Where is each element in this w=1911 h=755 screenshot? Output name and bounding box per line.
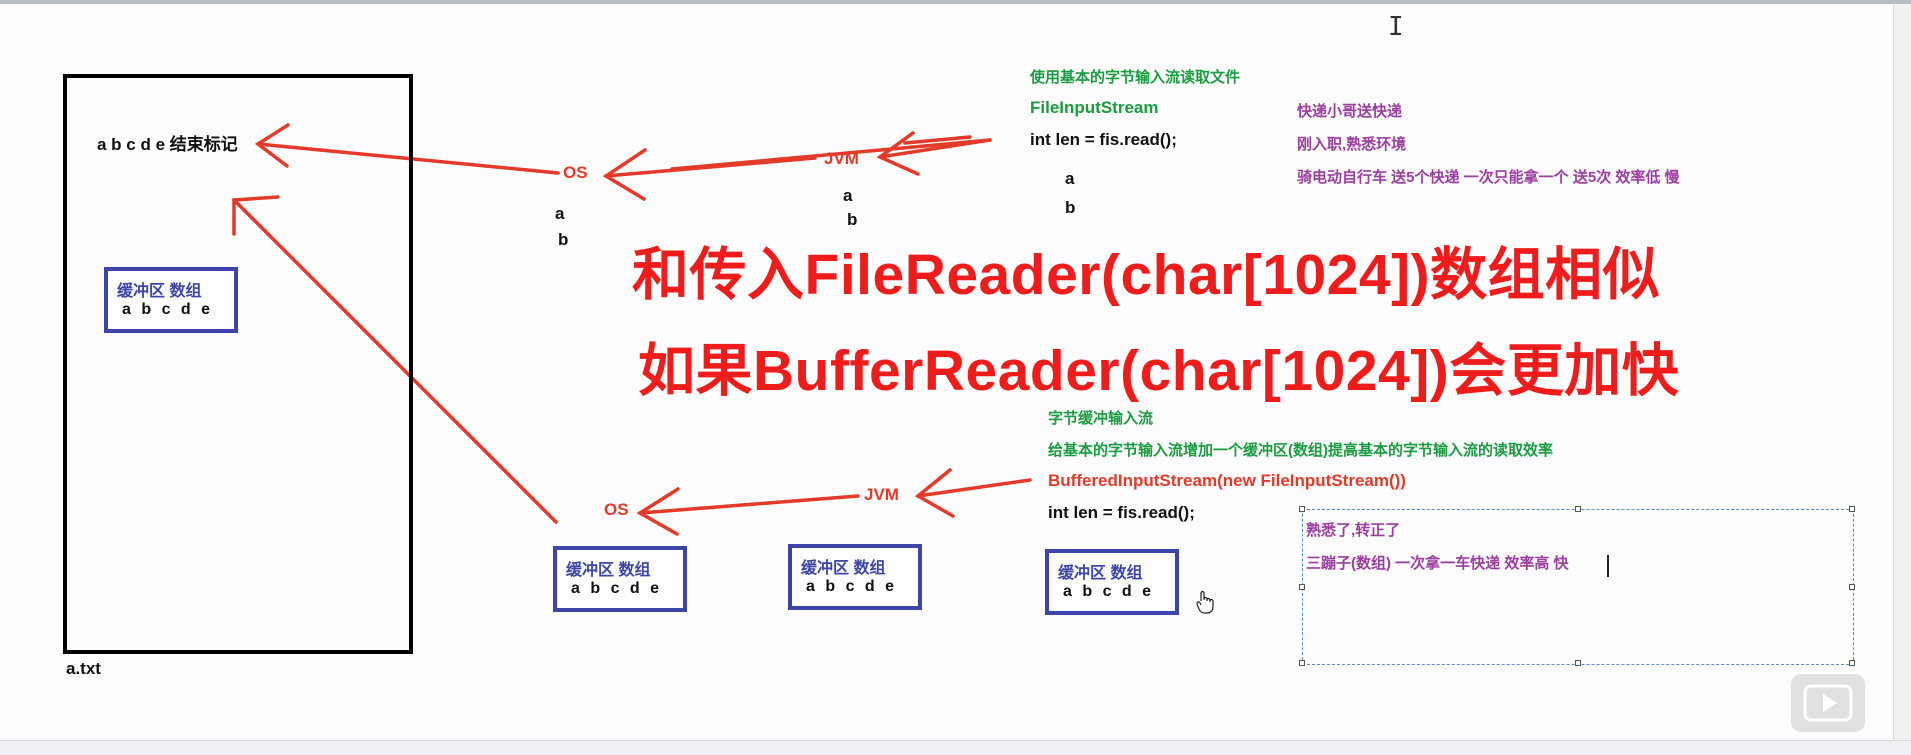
vertical-scrollbar[interactable] [1893, 4, 1911, 740]
jvm-label-bottom: JVM [864, 485, 899, 504]
bottom-description: 给基本的字节输入流增加一个缓冲区(数组)提高基本的字节输入流的读取效率 [1048, 442, 1553, 459]
hand-pointer-icon [1196, 590, 1214, 614]
buffer-box-os: 缓冲区 数组 a b c d e [553, 546, 687, 612]
analogy-line-2: 刚入职,熟悉环境 [1297, 136, 1407, 153]
file-rectangle [63, 74, 413, 654]
resize-handle[interactable] [1299, 506, 1305, 512]
buffer-box-content: a b c d e [1063, 583, 1155, 600]
resize-handle[interactable] [1299, 660, 1305, 666]
buffer-box-file: 缓冲区 数组 a b c d e [104, 267, 238, 333]
buffer-box-label: 缓冲区 数组 [117, 283, 202, 300]
play-button[interactable] [1791, 674, 1865, 732]
note-line-2: 三蹦子(数组) 一次拿一车快递 效率高 快 [1306, 555, 1569, 572]
bottom-class-name: BufferedInputStream(new FileInputStream(… [1048, 471, 1406, 490]
jvm-label-top: JVM [824, 149, 859, 168]
bottom-title: 字节缓冲输入流 [1048, 410, 1154, 427]
resize-handle[interactable] [1849, 584, 1855, 590]
os-value-b: b [558, 230, 569, 249]
text-caret [1607, 555, 1609, 577]
file-label: a.txt [66, 659, 101, 678]
buffer-box-label: 缓冲区 数组 [1058, 565, 1143, 582]
buffer-box-content: a b c d e [571, 580, 663, 597]
diagram-canvas: a b c d e 结束标记 a.txt 缓冲区 数组 a b c d e OS… [0, 4, 1893, 740]
play-icon [1803, 684, 1853, 722]
buffer-box-jvm: 缓冲区 数组 a b c d e [788, 544, 922, 610]
resize-handle[interactable] [1575, 660, 1581, 666]
jvm-value-b: b [847, 210, 858, 229]
analogy-line-3: 骑电动自行车 送5个快递 一次只能拿一个 送5次 效率低 慢 [1297, 169, 1680, 186]
text-cursor-icon: I [1388, 12, 1404, 42]
resize-handle[interactable] [1849, 660, 1855, 666]
buffer-box-content: a b c d e [122, 301, 214, 318]
os-label-top: OS [563, 163, 588, 182]
note-line-1: 熟悉了,转正了 [1306, 522, 1401, 539]
resize-handle[interactable] [1575, 506, 1581, 512]
arrow-code-to-jvm-bottom [914, 468, 1032, 518]
buffer-box-label: 缓冲区 数组 [566, 562, 651, 579]
resize-handle[interactable] [1849, 506, 1855, 512]
buffer-box-label: 缓冲区 数组 [801, 560, 886, 577]
file-content: a b c d e 结束标记 [97, 135, 238, 154]
analogy-line-1: 快递小哥送快递 [1297, 103, 1403, 120]
resize-handle[interactable] [1299, 584, 1305, 590]
big-text-line-1: 和传入FileReader(char[1024])数组相似 [632, 243, 1661, 307]
top-class-name: FileInputStream [1030, 98, 1159, 117]
os-value-a: a [555, 204, 565, 223]
buffer-box-content: a b c d e [806, 578, 898, 595]
arrow-jvm-to-os-bottom [636, 487, 860, 536]
bottom-code: int len = fis.read(); [1048, 503, 1195, 522]
top-code-value-b: b [1065, 198, 1076, 217]
top-code: int len = fis.read(); [1030, 130, 1177, 149]
os-label-bottom: OS [604, 500, 629, 519]
buffer-box-code: 缓冲区 数组 a b c d e [1045, 549, 1179, 615]
top-title: 使用基本的字节输入流读取文件 [1030, 69, 1241, 86]
top-code-value-a: a [1065, 169, 1075, 188]
bottom-bar [0, 740, 1911, 755]
big-text-line-2: 如果BufferReader(char[1024])会更加快 [638, 339, 1680, 403]
jvm-value-a: a [843, 186, 853, 205]
